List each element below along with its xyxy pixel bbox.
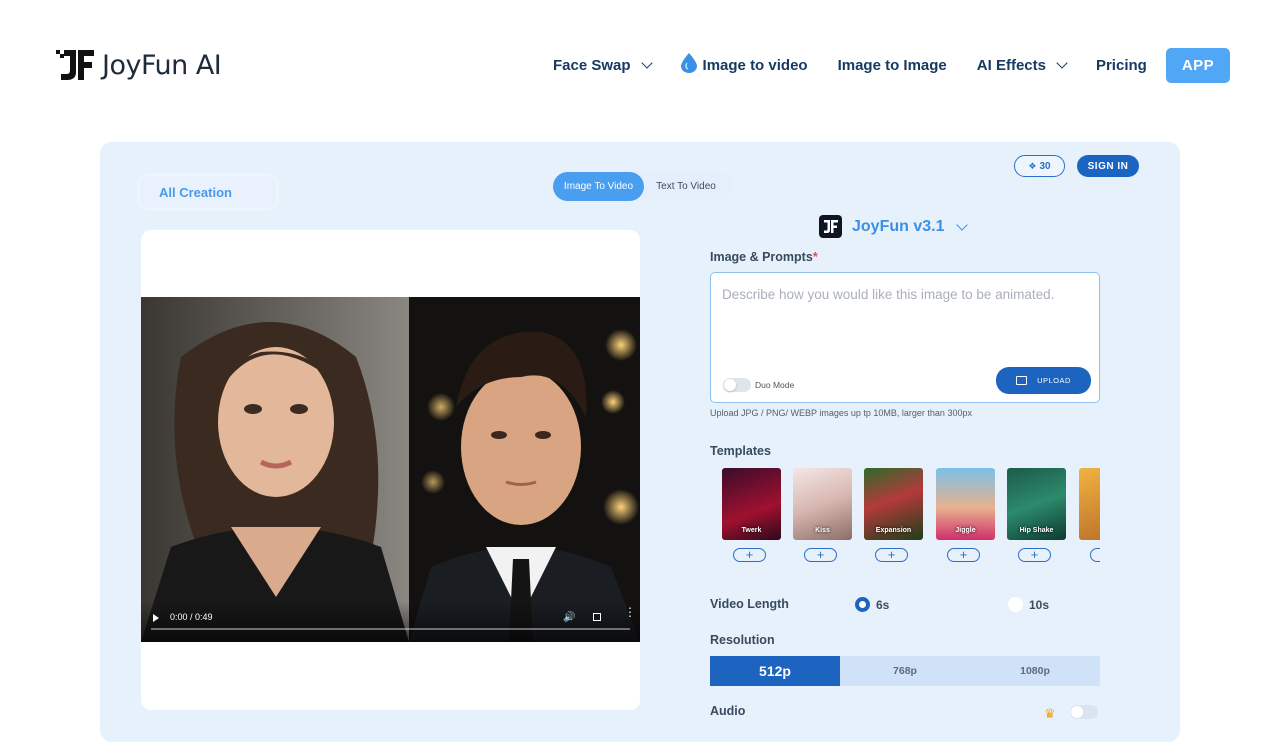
duo-mode-toggle[interactable]	[723, 378, 751, 392]
template-item[interactable]: Twerk +	[722, 468, 781, 562]
all-creation-button[interactable]: All Creation	[140, 176, 276, 208]
nav-face-swap[interactable]: Face Swap	[553, 56, 653, 74]
template-name: Kiss	[815, 527, 830, 534]
video-frame-image	[141, 297, 640, 642]
audio-label: Audio	[710, 704, 746, 718]
joyfun-model-icon	[819, 215, 842, 238]
video-player[interactable]: 0:00 / 0:49 🔊 ⋮	[141, 297, 640, 642]
tab-image-to-video[interactable]: Image To Video	[553, 172, 644, 201]
resolution-label: Resolution	[710, 633, 775, 647]
nav-image-to-video[interactable]: Image to video	[680, 53, 808, 77]
mode-tabs: Image To Video Text To Video	[553, 172, 733, 201]
nav-image-to-image[interactable]: Image to Image	[838, 57, 947, 74]
nav-pricing-label: Pricing	[1095, 56, 1147, 74]
add-template-button[interactable]: +	[947, 548, 980, 562]
video-length-label: Video Length	[710, 597, 789, 611]
chevron-down-icon	[640, 57, 653, 69]
credits-badge[interactable]: ❖ 30	[1014, 155, 1065, 177]
chevron-down-icon	[1056, 57, 1068, 69]
resolution-selector: 512p 768p 1080p	[710, 656, 1100, 686]
video-controls: 0:00 / 0:49 🔊 ⋮	[141, 602, 640, 642]
video-progress-bar[interactable]	[151, 628, 630, 630]
nav-image-to-image-label: Image to Image	[837, 56, 947, 74]
add-template-button[interactable]: +	[1018, 548, 1051, 562]
duo-mode-toggle-group: Duo Mode	[723, 378, 794, 392]
nav-ai-effects[interactable]: AI Effects	[976, 56, 1068, 74]
template-thumbnail: Hip Shake	[1007, 468, 1066, 540]
joyfun-logo-icon	[56, 48, 96, 82]
add-template-button[interactable]: +	[733, 548, 766, 562]
radio-unselected-icon	[1008, 597, 1023, 612]
template-item[interactable]: Expansion +	[864, 468, 923, 562]
tab-text-to-video[interactable]: Text To Video	[644, 172, 728, 201]
add-template-button[interactable]: +	[875, 548, 908, 562]
template-thumbnail: Re	[1079, 468, 1100, 540]
audio-toggle[interactable]	[1070, 705, 1098, 719]
nav-pricing[interactable]: Pricing	[1096, 57, 1147, 74]
radio-selected-icon	[855, 597, 870, 612]
template-thumbnail: Twerk	[722, 468, 781, 540]
prompt-placeholder: Describe how you would like this image t…	[722, 287, 1055, 302]
app-button[interactable]: APP	[1166, 48, 1230, 83]
template-name: Twerk	[741, 527, 762, 534]
prompt-label: Image & Prompts*	[710, 250, 818, 264]
length-option-6s[interactable]: 6s	[855, 597, 889, 612]
nav-image-to-video-label: Image to video	[702, 56, 808, 74]
prompt-input[interactable]: Describe how you would like this image t…	[710, 272, 1100, 403]
credits-count: 30	[1039, 160, 1051, 172]
length-option-10s[interactable]: 10s	[1008, 597, 1049, 612]
logo[interactable]: JoyFun AI	[56, 48, 222, 82]
logo-text: JoyFun AI	[102, 49, 222, 81]
upload-label: UPLOAD	[1037, 376, 1071, 385]
volume-icon[interactable]: 🔊	[563, 612, 575, 623]
resolution-512p[interactable]: 512p	[710, 656, 840, 686]
nav-face-swap-label: Face Swap	[553, 56, 631, 74]
model-name: JoyFun v3.1	[852, 217, 945, 235]
resolution-768p[interactable]: 768p	[840, 656, 970, 686]
prompt-label-text: Image & Prompts	[710, 250, 813, 264]
upload-button[interactable]: UPLOAD	[996, 367, 1091, 394]
generator-panel: All Creation Image To Video Text To Vide…	[100, 142, 1180, 742]
template-thumbnail: Jiggle	[936, 468, 995, 540]
templates-label: Templates	[710, 444, 771, 458]
upload-hint: Upload JPG / PNG/ WEBP images up tp 10MB…	[710, 408, 972, 418]
template-name: Hip Shake	[1019, 527, 1054, 534]
required-marker: *	[812, 250, 818, 264]
length-option-label: 10s	[1029, 597, 1050, 612]
chevron-down-icon	[956, 218, 969, 231]
template-name: Expansion	[875, 527, 912, 534]
duo-mode-label: Duo Mode	[755, 380, 795, 390]
template-name: Jiggle	[955, 527, 976, 534]
template-item[interactable]: Jiggle +	[936, 468, 995, 562]
add-template-button[interactable]: +	[1090, 548, 1100, 562]
model-selector[interactable]: JoyFun v3.1	[819, 215, 969, 238]
more-options-icon[interactable]: ⋮	[624, 606, 636, 618]
templates-carousel: Twerk + Kiss + Expansion + Jiggle + Hip …	[722, 468, 1100, 566]
play-icon[interactable]	[153, 614, 159, 622]
template-thumbnail: Kiss	[793, 468, 852, 540]
video-time: 0:00 / 0:49	[170, 612, 213, 622]
resolution-1080p[interactable]: 1080p	[970, 656, 1100, 686]
template-item[interactable]: Kiss +	[793, 468, 852, 562]
sign-in-button[interactable]: SIGN IN	[1077, 155, 1139, 177]
template-name: Re	[1079, 527, 1100, 534]
drop-icon	[680, 53, 697, 77]
template-item[interactable]: Hip Shake +	[1007, 468, 1066, 562]
site-header: JoyFun AI Face Swap Image to video Image…	[0, 0, 1280, 132]
video-preview-card: 0:00 / 0:49 🔊 ⋮	[141, 230, 640, 710]
main-nav: Face Swap Image to video Image to Image …	[553, 48, 1177, 82]
template-item[interactable]: Re +	[1079, 468, 1100, 562]
template-thumbnail: Expansion	[864, 468, 923, 540]
diamond-icon: ❖	[1028, 160, 1037, 171]
image-upload-icon	[1016, 376, 1028, 385]
add-template-button[interactable]: +	[804, 548, 837, 562]
length-option-label: 6s	[876, 597, 890, 612]
nav-ai-effects-label: AI Effects	[976, 56, 1046, 74]
fullscreen-icon[interactable]	[593, 613, 601, 621]
